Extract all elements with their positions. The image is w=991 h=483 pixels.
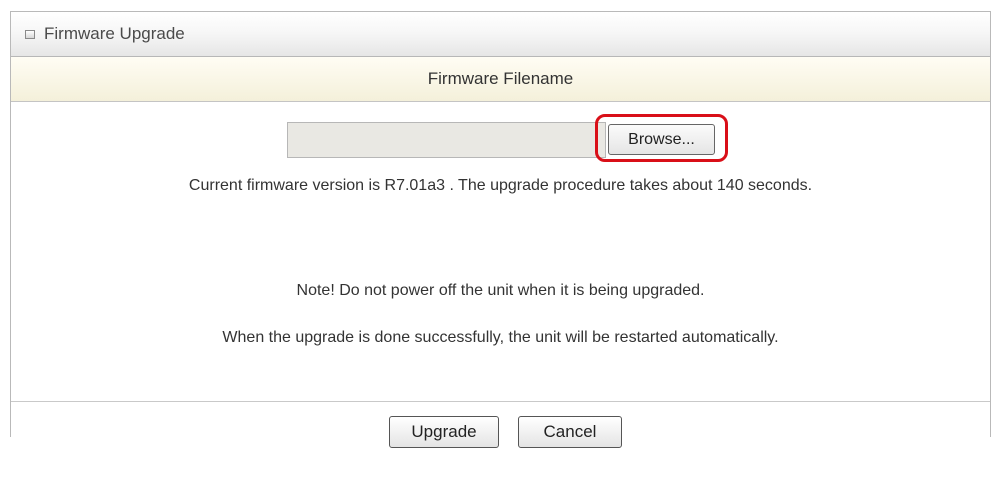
firmware-filename-header: Firmware Filename	[11, 57, 990, 102]
browse-highlight	[595, 114, 728, 162]
square-icon	[25, 29, 35, 39]
restart-message: When the upgrade is done successfully, t…	[222, 329, 779, 346]
upgrade-button[interactable]: Upgrade	[389, 416, 499, 448]
firmware-content: Browse... Current firmware version is R7…	[11, 102, 990, 402]
power-warning: Note! Do not power off the unit when it …	[296, 282, 705, 299]
cancel-button[interactable]: Cancel	[518, 416, 622, 448]
current-firmware-message: Current firmware version is R7.01a3 . Th…	[188, 177, 813, 194]
panel-title: Firmware Upgrade	[44, 24, 185, 43]
action-footer: Upgrade Cancel	[11, 402, 990, 483]
panel-title-bar: Firmware Upgrade	[11, 12, 990, 57]
firmware-file-field[interactable]	[287, 122, 606, 158]
firmware-upgrade-panel: Firmware Upgrade Firmware Filename Brows…	[10, 11, 991, 448]
